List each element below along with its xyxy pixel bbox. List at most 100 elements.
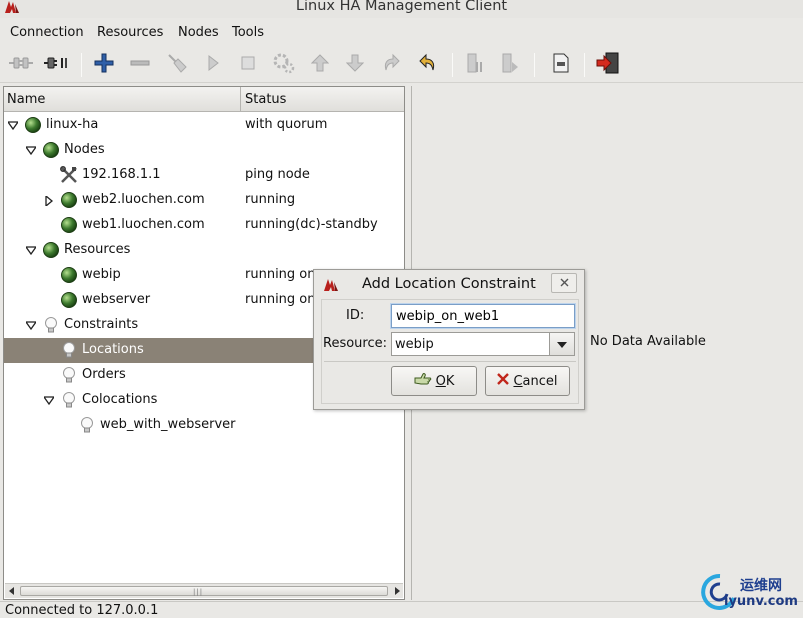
ok-hand-icon [414,372,432,390]
green-status-icon [60,216,78,234]
toolbar [0,47,803,83]
resource-select[interactable]: webip [391,332,575,356]
lightbulb-icon [60,391,78,409]
scroll-thumb[interactable]: ||| [20,586,388,596]
plug-disconnect-icon [43,55,69,75]
tree-row[interactable]: Nodes [4,138,404,163]
move-down-button[interactable] [341,51,369,79]
standby-button[interactable] [461,51,489,79]
tree-row-label: Constraints [64,317,139,332]
remove-button[interactable] [126,51,154,79]
ok-button[interactable]: OK [391,366,477,396]
lightbulb-icon [60,341,78,359]
expander-closed-icon[interactable] [44,194,54,208]
migrate-button[interactable] [270,51,298,79]
green-status-icon [60,291,78,309]
tree-row-status: with quorum [245,117,328,132]
view-raw-button[interactable] [547,51,575,79]
tree-row[interactable]: 192.168.1.1 ping node [4,163,404,188]
add-button[interactable] [90,51,118,79]
exit-door-icon [596,52,620,78]
resource-dropdown-button[interactable] [549,333,574,355]
red-x-icon [497,373,510,389]
disconnect-button[interactable] [42,51,70,79]
id-input[interactable] [391,304,575,328]
menu-resources[interactable]: Resources [97,25,163,40]
window-title: Linux HA Management Client [295,0,508,14]
column-header-name[interactable]: Name [4,87,241,112]
watermark-logo: 运维网 iyunv.com [700,568,803,618]
ok-button-label: OK [435,373,455,389]
move-up-button[interactable] [306,51,334,79]
lightbulb-icon [60,366,78,384]
menu-tools[interactable]: Tools [232,25,264,40]
dialog-body: ID: Resource: webip OK Cancel [321,299,579,404]
green-status-icon [24,116,42,134]
add-location-constraint-dialog: Add Location Constraint ID: Resource: we… [313,269,585,410]
tree-row-label: Locations [82,342,144,357]
expander-open-icon[interactable] [24,320,38,331]
broom-icon [166,52,188,78]
scroll-left-icon[interactable] [6,585,18,597]
green-status-icon [42,141,60,159]
horizontal-scrollbar[interactable]: ||| [5,583,403,598]
tree-row-status: running on [245,292,316,307]
tree-row[interactable]: linux-ha with quorum [4,113,404,138]
dialog-separator [324,361,576,362]
undo-button[interactable] [414,51,442,79]
tree-row-label: webip [82,267,121,282]
connection-status: Connected to 127.0.0.1 [5,603,159,618]
watermark-cn: 运维网 [740,578,782,594]
stop-icon [240,55,256,75]
menu-connection[interactable]: Connection [10,25,84,40]
resource-label: Resource: [323,336,387,351]
stop-button[interactable] [234,51,262,79]
redo-button[interactable] [377,51,405,79]
connect-button[interactable] [7,51,35,79]
start-button[interactable] [199,51,227,79]
dialog-logo-icon [323,278,339,296]
tree-row[interactable]: Resources [4,238,404,263]
cancel-button[interactable]: Cancel [485,366,570,396]
expander-open-icon[interactable] [6,120,20,131]
watermark-url: iyunv.com [724,594,798,609]
lightbulb-icon [42,316,60,334]
menu-nodes[interactable]: Nodes [178,25,219,40]
lightbulb-icon [78,416,96,434]
tree-row-label: Resources [64,242,131,257]
tree-row-label: linux-ha [46,117,99,132]
gears-icon [272,51,296,79]
expander-open-icon[interactable] [42,395,56,406]
undo-icon [418,53,438,77]
tree-header: Name Status [4,87,404,112]
plug-connect-icon [8,55,34,75]
tree-row-status: running on [245,267,316,282]
green-status-icon [42,241,60,259]
dialog-close-button[interactable] [551,273,577,293]
tree-row-label: web1.luochen.com [82,217,205,232]
tree-row-label: Colocations [82,392,158,407]
arrow-down-icon [345,53,365,77]
cleanup-button[interactable] [163,51,191,79]
resource-select-value: webip [395,337,434,352]
tree-row[interactable]: web2.luochen.com running [4,188,404,213]
tree-row-label: Orders [82,367,126,382]
tree-row-label: webserver [82,292,151,307]
column-header-status[interactable]: Status [242,87,286,112]
scroll-right-icon[interactable] [391,585,403,597]
plus-icon [94,53,114,77]
node-active-icon [500,52,520,78]
cancel-button-label: Cancel [513,373,558,389]
tree-row[interactable]: web1.luochen.com running(dc)-standby [4,213,404,238]
expander-open-icon[interactable] [24,145,38,156]
status-bar: Connected to 127.0.0.1 [0,601,803,618]
node-standby-icon [465,52,485,78]
redo-icon [381,53,401,77]
id-label: ID: [346,308,365,323]
expander-open-icon[interactable] [24,245,38,256]
exit-button[interactable] [594,51,622,79]
tree-row[interactable]: web_with_webserver [4,413,404,438]
tree-row-label: web2.luochen.com [82,192,205,207]
chevron-down-icon [557,337,567,352]
active-button[interactable] [496,51,524,79]
